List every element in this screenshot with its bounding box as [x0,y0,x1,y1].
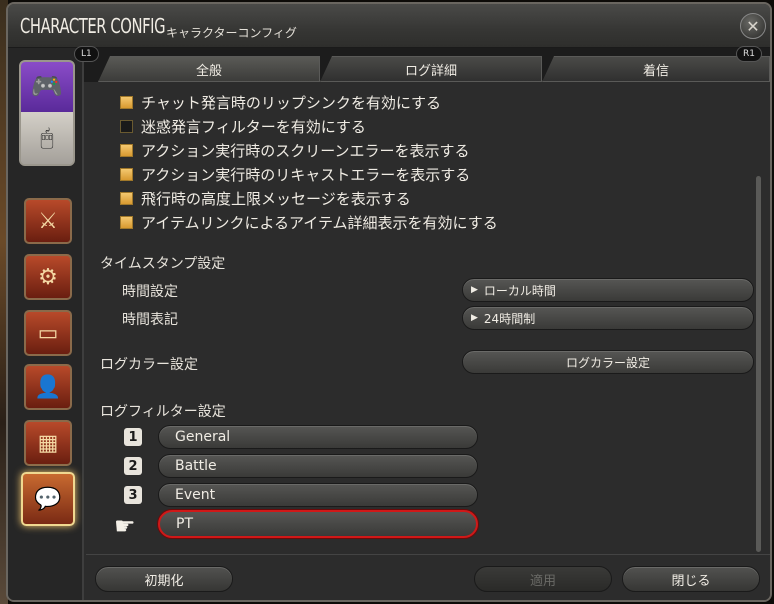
mouse-icon[interactable]: 🖱 [21,112,73,164]
window-title: CHARACTER CONFIG [20,14,166,38]
option-spam-filter[interactable]: 迷惑発言フィルターを有効にする [120,115,366,137]
filter-battle-button[interactable]: Battle [158,454,478,478]
tab-notifications[interactable]: 着信 [542,56,770,82]
window-subtitle: キャラクターコンフィグ [166,26,297,40]
option-label: アイテムリンクによるアイテム詳細表示を有効にする [141,213,498,232]
footer: 初期化 適用 閉じる [86,556,770,600]
filter-number-badge: 2 [124,457,142,475]
gears-icon[interactable]: ⚙ [24,254,72,300]
option-label: 迷惑発言フィルターを有効にする [141,117,366,136]
option-label: 飛行時の高度上限メッセージを表示する [141,189,411,208]
time-format-value: 24時間制 [483,311,536,326]
reset-button[interactable]: 初期化 [95,566,233,592]
chat-log-icon[interactable]: 💬 [21,472,75,526]
checkbox[interactable] [120,119,133,133]
tab-general[interactable]: 全般 [98,56,320,82]
filter-number-badge: 1 [124,428,142,446]
l1-hint: L1 [74,46,99,62]
settings-panel: チャット発言時のリップシンクを有効にする 迷惑発言フィルターを有効にする アクシ… [86,82,770,558]
option-label: アクション実行時のリキャストエラーを表示する [141,165,471,184]
checkbox[interactable] [120,95,133,109]
filter-number-badge: 3 [124,486,142,504]
tab-log-details[interactable]: ログ詳細 [320,56,542,82]
option-label: アクション実行時のスクリーンエラーを表示する [141,141,470,160]
log-color-heading: ログカラー設定 [100,357,198,373]
filter-general-button[interactable]: General [158,425,478,449]
sidebar: 🎮 🖱 ⚔ ⚙ ▭ 👤 ▦ 💬 [8,48,84,600]
time-setting-dropdown[interactable]: ▶ ローカル時間 [462,278,754,302]
close-button[interactable]: 閉じる [622,566,760,592]
tab-bar: 全般 ログ詳細 着信 [84,48,770,82]
apply-button[interactable]: 適用 [474,566,612,592]
scrollbar[interactable] [756,176,761,552]
option-screen-error[interactable]: アクション実行時のスクリーンエラーを表示する [120,139,470,161]
checkbox[interactable] [120,215,133,229]
timestamp-heading: タイムスタンプ設定 [100,256,226,272]
triangle-right-icon: ▶ [471,285,478,295]
character-config-window: CHARACTER CONFIG キャラクターコンフィグ ✕ 🎮 🖱 ⚔ ⚙ ▭… [6,2,772,602]
gamepad-icon[interactable]: 🎮 [21,62,73,112]
time-setting-label: 時間設定 [122,284,178,300]
log-color-button[interactable]: ログカラー設定 [462,350,754,374]
checkbox[interactable] [120,143,133,157]
input-mode-toggle[interactable]: 🎮 🖱 [19,60,75,166]
pointing-hand-cursor-icon: ☛ [114,512,136,540]
filter-pt-button[interactable]: PT [158,510,478,538]
triangle-right-icon: ▶ [471,313,478,323]
option-lip-sync[interactable]: チャット発言時のリップシンクを有効にする [120,91,441,113]
title-bar[interactable]: CHARACTER CONFIG キャラクターコンフィグ ✕ [8,4,770,48]
footer-divider [86,554,770,555]
character-icon[interactable]: 👤 [24,364,72,410]
option-recast-error[interactable]: アクション実行時のリキャストエラーを表示する [120,163,470,185]
time-format-dropdown[interactable]: ▶ 24時間制 [462,306,754,330]
option-item-link[interactable]: アイテムリンクによるアイテム詳細表示を有効にする [120,211,498,233]
option-flight-altitude[interactable]: 飛行時の高度上限メッセージを表示する [120,187,411,209]
option-label: チャット発言時のリップシンクを有効にする [141,93,442,112]
filter-event-button[interactable]: Event [158,483,478,507]
time-format-label: 時間表記 [122,312,178,328]
log-filter-heading: ログフィルター設定 [100,404,226,420]
close-icon[interactable]: ✕ [740,13,766,39]
checkbox[interactable] [120,191,133,205]
checkbox[interactable] [120,167,133,181]
time-setting-value: ローカル時間 [483,283,556,298]
crossed-swords-icon[interactable]: ⚔ [24,198,72,244]
id-card-icon[interactable]: ▭ [24,310,72,356]
r1-hint: R1 [736,46,762,62]
checkered-icon[interactable]: ▦ [24,420,72,466]
